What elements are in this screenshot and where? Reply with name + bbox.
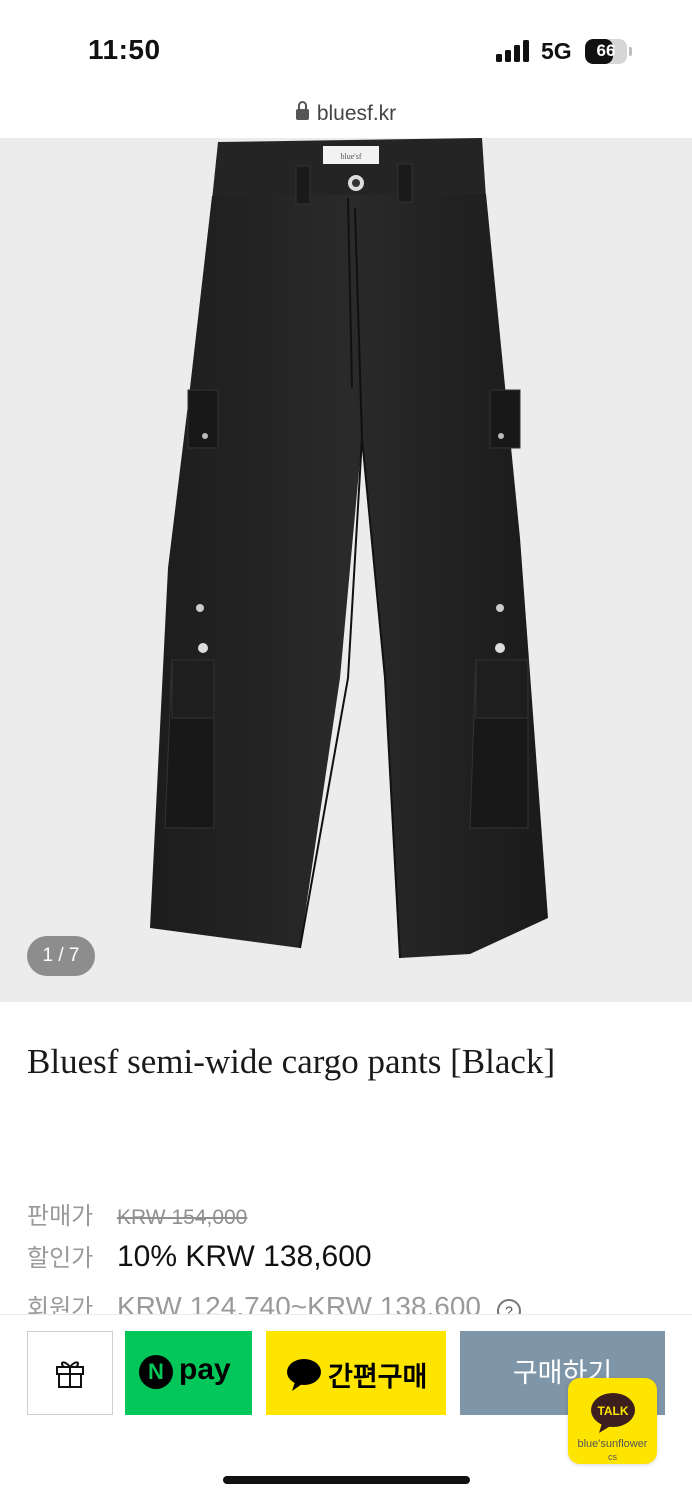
kakao-bubble-icon	[287, 1359, 321, 1391]
member-price-value: KRW 124,740~KRW 138,600	[117, 1291, 481, 1314]
kakao-quick-buy-button[interactable]: 간편구매	[266, 1331, 446, 1415]
question-circle-icon[interactable]: ?	[496, 1299, 521, 1314]
kakao-talk-widget[interactable]: TALK blue'sunflower cs	[568, 1378, 657, 1464]
battery-icon: 66	[585, 39, 627, 64]
kakao-quick-buy-label: 간편구매	[328, 1362, 428, 1392]
npay-button[interactable]: N pay	[125, 1331, 252, 1415]
lock-icon	[295, 101, 309, 120]
gift-button[interactable]	[27, 1331, 113, 1415]
discount-price-label: 할인가	[27, 1245, 94, 1272]
signal-icon	[496, 40, 532, 62]
talk-bubble-icon: TALK	[591, 1393, 635, 1433]
url-bar[interactable]: bluesf.kr	[0, 101, 692, 126]
status-bar: 11:50 5G 66	[0, 0, 692, 100]
sale-price-label: 판매가	[27, 1203, 94, 1230]
image-counter: 1 / 7	[27, 936, 95, 976]
talk-label: TALK	[597, 1404, 628, 1418]
price-discount-row: 할인가 10% KRW 138,600	[27, 1238, 372, 1274]
status-time: 11:50	[88, 34, 161, 65]
product-image-gallery[interactable]: blue'sf 1 / 7	[0, 138, 692, 1002]
member-price-label: 회원가	[27, 1295, 94, 1314]
product-title: Bluesf semi-wide cargo pants [Black]	[27, 1042, 556, 1081]
url-text: bluesf.kr	[316, 102, 397, 125]
gift-icon	[56, 1361, 84, 1388]
npay-logo-icon: N	[139, 1355, 173, 1389]
sale-price-value: KRW 154,000	[117, 1206, 248, 1229]
talk-widget-line2: cs	[608, 1452, 617, 1462]
discount-price-value: 10% KRW 138,600	[117, 1240, 372, 1273]
home-indicator	[223, 1476, 470, 1484]
brand-tag: blue'sf	[341, 152, 362, 161]
network-type: 5G	[541, 38, 572, 64]
price-sale-row: 판매가 KRW 154,000	[27, 1196, 247, 1231]
battery-percent: 66	[596, 41, 616, 60]
npay-label: pay	[179, 1353, 231, 1386]
talk-widget-line1: blue'sunflower	[577, 1438, 648, 1450]
price-member-row: 회원가 KRW 124,740~KRW 138,600?	[27, 1288, 521, 1314]
product-image: blue'sf	[150, 138, 548, 959]
